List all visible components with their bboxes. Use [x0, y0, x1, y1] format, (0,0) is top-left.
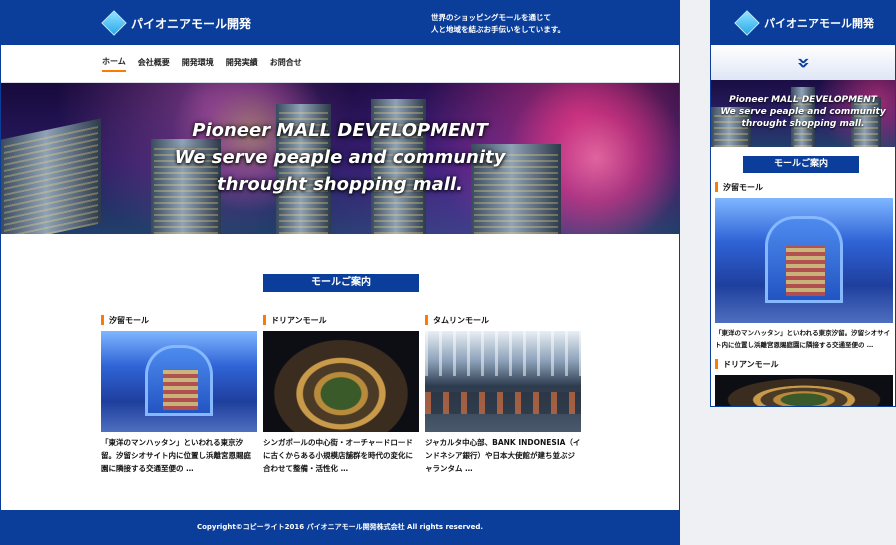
hero-headline: Pioneer MALL DEVELOPMENT We serve peaple… [1, 117, 679, 198]
card-title-text: 汐留モール [723, 182, 763, 192]
hero-line-1: Pioneer MALL DEVELOPMENT [729, 95, 877, 105]
orange-bar-icon [101, 315, 104, 325]
mall-card-shiodome[interactable]: 汐留モール 「東洋のマンハッタン」といわれる東京汐留。汐留シオサイト内に位置し浜… [101, 314, 257, 475]
menu-toggle[interactable]: » [711, 45, 895, 80]
hero-line-2: We serve peaple and community [174, 147, 506, 168]
orange-bar-icon [425, 315, 428, 325]
site-logo[interactable]: パイオニアモール開発 [101, 10, 252, 36]
shiodome-mall-photo[interactable] [101, 331, 257, 432]
mobile-mall-guide-heading: モールご案内 [743, 156, 859, 173]
hero-line-3: throught shopping mall. [741, 119, 865, 129]
tagline-line-2: 人と地域を結ぶお手伝いをしています。 [431, 25, 566, 34]
logo-text: パイオニアモール開発 [764, 17, 874, 30]
nav-item-results[interactable]: 開発実績 [226, 57, 258, 71]
thamrin-mall-photo[interactable] [425, 331, 581, 432]
mobile-logo[interactable]: パイオニアモール開発 [734, 10, 874, 36]
card-description: 「東洋のマンハッタン」といわれる東京汐留。汐留シオサイト内に位置し浜離宮恩賜庭園… [715, 329, 891, 349]
mall-card-durian[interactable]: ドリアンモール シンガポールの中心街・オーチャードロードに古くからある小規模店舗… [263, 314, 419, 475]
mobile-header: パイオニアモール開発 [711, 1, 895, 45]
card-description: シンガポールの中心街・オーチャードロードに古くからある小規模店舗群を時代の変化に… [263, 438, 413, 473]
diamond-logo-icon [101, 10, 127, 36]
desktop-mockup: パイオニアモール開発 世界のショッピングモールを通じて 人と地域を結ぶお手伝いを… [0, 0, 680, 545]
header-tagline: 世界のショッピングモールを通じて 人と地域を結ぶお手伝いをしています。 [431, 12, 631, 36]
mobile-mockup: パイオニアモール開発 » Pioneer MALL DEVELOPMENT We… [710, 0, 896, 407]
site-footer: Copyright©コピーライト2016 パイオニアモール開発株式会社 All … [1, 510, 679, 544]
mobile-card-shiodome[interactable]: 汐留モール 「東洋のマンハッタン」といわれる東京汐留。汐留シオサイト内に位置し浜… [715, 181, 893, 351]
nav-item-environment[interactable]: 開発環境 [182, 57, 214, 71]
card-title: ドリアンモール [715, 358, 893, 370]
card-description: ジャカルタ中心部、BANK INDONESIA（インドネシア銀行）や日本大使館が… [425, 438, 581, 473]
nav-item-company[interactable]: 会社概要 [138, 57, 170, 71]
site-header: パイオニアモール開発 世界のショッピングモールを通じて 人と地域を結ぶお手伝いを… [1, 1, 679, 45]
diamond-logo-icon [734, 10, 760, 36]
logo-text: パイオニアモール開発 [131, 16, 252, 31]
tagline-line-1: 世界のショッピングモールを通じて [431, 13, 551, 22]
durian-mall-photo[interactable] [715, 375, 893, 406]
orange-bar-icon [715, 359, 718, 369]
orange-bar-icon [715, 182, 718, 192]
card-title-text: 汐留モール [109, 315, 149, 325]
durian-mall-photo[interactable] [263, 331, 419, 432]
double-chevron-down-icon: » [789, 56, 818, 69]
card-title: ドリアンモール [263, 314, 419, 326]
card-title-text: ドリアンモール [723, 359, 779, 369]
shiodome-mall-photo[interactable] [715, 198, 893, 323]
card-title-text: タムリンモール [433, 315, 489, 325]
hero-line-1: Pioneer MALL DEVELOPMENT [192, 120, 488, 141]
nav-item-home[interactable]: ホーム [102, 56, 126, 72]
mall-guide-heading: モールご案内 [263, 274, 419, 292]
card-title: 汐留モール [715, 181, 893, 193]
mobile-hero-headline: Pioneer MALL DEVELOPMENT We serve peaple… [711, 94, 895, 130]
hero-line-2: We serve peaple and community [720, 107, 886, 117]
mall-card-thamrin[interactable]: タムリンモール ジャカルタ中心部、BANK INDONESIA（インドネシア銀行… [425, 314, 581, 475]
mockup-stage: パイオニアモール開発 世界のショッピングモールを通じて 人と地域を結ぶお手伝いを… [0, 0, 896, 545]
card-description: 「東洋のマンハッタン」といわれる東京汐留。汐留シオサイト内に位置し浜離宮恩賜庭園… [101, 438, 251, 473]
hero-line-3: throught shopping mall. [217, 174, 463, 195]
nav-item-contact[interactable]: お問合せ [270, 57, 302, 71]
card-title: タムリンモール [425, 314, 581, 326]
hero-banner: Pioneer MALL DEVELOPMENT We serve peaple… [1, 83, 679, 234]
card-title-text: ドリアンモール [271, 315, 327, 325]
orange-bar-icon [263, 315, 266, 325]
mobile-card-durian[interactable]: ドリアンモール [715, 358, 893, 406]
mobile-hero-banner: Pioneer MALL DEVELOPMENT We serve peaple… [711, 80, 895, 147]
global-nav: ホーム 会社概要 開発環境 開発実績 お問合せ [1, 45, 679, 83]
card-title: 汐留モール [101, 314, 257, 326]
